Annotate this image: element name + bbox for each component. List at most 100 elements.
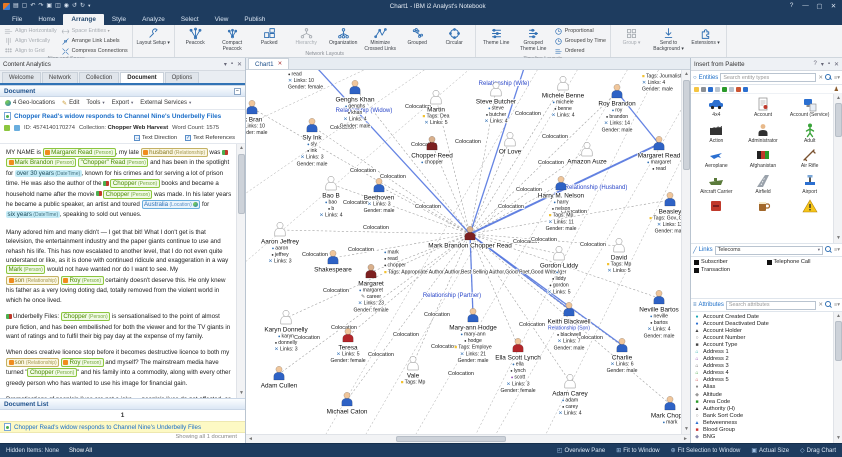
link-label-colocation[interactable]: Colocation: [323, 288, 349, 294]
attribute-account-number[interactable]: ○Account Number: [694, 334, 833, 341]
palette-entity-account--service-[interactable]: Account (Service): [786, 96, 833, 119]
search-icon[interactable]: [825, 301, 832, 309]
chart-node-martin[interactable]: Martin■ Tags: Dea✕ Links: 5: [423, 90, 450, 126]
link-label-colocation[interactable]: Colocation: [350, 168, 376, 174]
chart-node-journalist-frag[interactable]: ■ Tags: Journalist✕ Links: 4Gender: male: [642, 74, 681, 93]
ribbon-button-theme-line[interactable]: Theme Line: [478, 26, 515, 47]
close-tab-icon[interactable]: ✕: [278, 61, 283, 67]
entity-person[interactable]: Chopper (Person): [27, 368, 76, 377]
statusbar-actual-size[interactable]: ▣Actual Size: [751, 447, 789, 454]
chart-node-beethoven[interactable]: Beethoven✕ Links: 3Gender: male: [364, 178, 395, 214]
attribute-account-holder[interactable]: ▲Account Holder: [694, 327, 833, 334]
palette-filter-icon[interactable]: [722, 87, 727, 92]
chart-tab[interactable]: Chart1 ✕: [248, 58, 289, 69]
link-label-colocation[interactable]: Colocation: [538, 160, 564, 166]
tab-options[interactable]: Options: [165, 72, 200, 83]
ribbon-button-compact-peacock[interactable]: Compact Peacock: [214, 26, 251, 52]
palette-filter-icon[interactable]: [743, 87, 748, 92]
entity-rel[interactable]: son (Relationship): [6, 276, 59, 285]
chart-node-read-frag[interactable]: ● read✕ Links: 10Gender: female: [288, 72, 323, 91]
attribute-blood-group[interactable]: ■Blood Group: [694, 427, 833, 434]
scroll-thumb[interactable]: [683, 80, 690, 170]
entity-person[interactable]: Chopper (Person): [110, 179, 159, 188]
ribbon-button-arrange-link-labels[interactable]: Arrange Link Labels: [61, 37, 128, 46]
palette-entity-account[interactable]: Account: [740, 96, 787, 119]
entity-loc[interactable]: Australia (Location): [142, 200, 201, 209]
attribute-authority--h-[interactable]: ▲Authority (H): [694, 405, 833, 412]
document-scrollbar[interactable]: ▲ ▼: [236, 144, 245, 398]
entity-person[interactable]: Margaret Read (Person): [43, 148, 116, 157]
scroll-down-icon[interactable]: ▼: [682, 425, 691, 434]
entity-person[interactable]: Chopper (Person): [61, 312, 110, 321]
palette-filter-icon[interactable]: [708, 87, 713, 92]
ribbon-button-peacock[interactable]: Peacock: [177, 26, 214, 47]
save-icon[interactable]: ▣: [46, 3, 52, 9]
chart-node-bao-b[interactable]: Bao B● bao● b✕ Links: 4: [319, 176, 342, 218]
chart-node-ella-scott-lynch[interactable]: Ella Scott Lynch● ella● lynch● scott✕ Li…: [495, 338, 541, 394]
palette-entity-aircraft-carrier[interactable]: Aircraft Carrier: [693, 173, 740, 196]
link-label-colocation[interactable]: Colocation: [331, 325, 357, 331]
text-reference-icon[interactable]: [222, 150, 228, 155]
restore-button[interactable]: ▢: [813, 2, 826, 10]
palette-filter-icon[interactable]: [701, 87, 706, 92]
chart-node-david[interactable]: David■ Tags: Mp✕ Links: 5: [607, 238, 632, 274]
link-type-telephone-call[interactable]: Telephone Call: [767, 259, 840, 265]
tab-document[interactable]: Document: [120, 72, 163, 83]
chart-node-michele-benne[interactable]: Michele Benne● michele● benne✕ Links: 4: [542, 76, 585, 118]
palette-filter-icon[interactable]: [729, 87, 734, 92]
attribute-area-code[interactable]: ■Area Code: [694, 398, 833, 405]
link-label-colocation[interactable]: Colocation: [515, 111, 541, 117]
attribute-search-input[interactable]: [726, 301, 817, 310]
ribbon-button-grouped-theme-line[interactable]: Grouped Theme Line: [515, 26, 552, 52]
panel-pin-icon[interactable]: ▪: [231, 61, 233, 67]
scroll-left-icon[interactable]: ◄: [246, 435, 255, 444]
palette-entity-airfield[interactable]: Airfield: [740, 173, 787, 196]
link-label-relationship[interactable]: Relationship (Partner): [423, 293, 481, 299]
entities-section-label[interactable]: ○Entities: [693, 75, 718, 81]
palette-entity-administrator[interactable]: Administrator: [740, 122, 787, 145]
ribbon-tab-analyze[interactable]: Analyze: [134, 14, 173, 26]
ribbon-button-space-entities[interactable]: Space Entities ▾: [61, 27, 128, 36]
panel-close-icon[interactable]: ✕: [237, 61, 242, 68]
ribbon-button-grouped[interactable]: Grouped: [399, 26, 436, 47]
meta-icon[interactable]: [14, 125, 20, 131]
menu-icon[interactable]: ≡▾: [834, 302, 840, 308]
ribbon-button-minimize-crossed-links[interactable]: Minimize Crossed Links: [362, 26, 399, 52]
document-title-link[interactable]: Chopper Read's widow responds to Channel…: [14, 113, 221, 120]
ribbon-tab-style[interactable]: Style: [104, 14, 134, 26]
attribute-address-1[interactable]: ⌂Address 1: [694, 348, 833, 355]
document-list-item[interactable]: Chopper Read's widow responds to Channel…: [0, 421, 245, 433]
ribbon-tab-file[interactable]: File: [4, 14, 30, 26]
tab-welcome[interactable]: Welcome: [2, 72, 41, 83]
scroll-right-icon[interactable]: ►: [681, 435, 690, 444]
palette-entity-aeroplane[interactable]: Aeroplane: [693, 147, 740, 170]
palette-entity-alert[interactable]: [693, 198, 740, 215]
link-label-colocation[interactable]: Colocation: [294, 335, 320, 341]
link-label-colocation[interactable]: Colocation: [424, 312, 450, 318]
text-reference-icon[interactable]: [103, 181, 109, 186]
link-label-colocation[interactable]: Colocation: [542, 134, 568, 140]
clear-search-icon[interactable]: ✕: [818, 302, 823, 308]
clear-search-icon[interactable]: ✕: [818, 75, 823, 81]
link-label-colocation[interactable]: Colocation: [519, 322, 545, 328]
person-icon[interactable]: ♟: [834, 86, 839, 93]
chart-node-chopper-reed[interactable]: Chopper Reed● chopper: [411, 136, 453, 165]
link-label-relationship[interactable]: Relationship (Husband): [565, 185, 628, 191]
link-label-colocation[interactable]: Colocation: [448, 371, 474, 377]
palette-filter-icon[interactable]: [736, 87, 741, 92]
link-label-colocation[interactable]: Colocation: [380, 174, 406, 180]
scroll-thumb[interactable]: [835, 103, 842, 137]
chart-canvas[interactable]: Colocation Colocation Colocation Colocation…: [246, 70, 681, 434]
ribbon-button-layout-setup[interactable]: Layout Setup ▾: [135, 26, 172, 47]
ribbon-tab-home[interactable]: Home: [30, 14, 63, 26]
attribute-bank-sort-code[interactable]: ○Bank Sort Code: [694, 412, 833, 419]
external-services-menu[interactable]: External Services▾: [140, 100, 191, 106]
entity-person[interactable]: Mark Brandon (Person): [6, 158, 76, 167]
attribute-account-type[interactable]: ■Account Type: [694, 341, 833, 348]
open-icon[interactable]: ▢: [22, 3, 28, 9]
panel-dropdown-icon[interactable]: ▾: [224, 61, 227, 68]
collapse-section-icon[interactable]: −: [234, 88, 241, 95]
statusbar-overview-pane[interactable]: ◰Overview Pane: [557, 447, 605, 454]
palette-filter-icon[interactable]: [694, 87, 699, 92]
palette-filter-icon[interactable]: [715, 87, 720, 92]
